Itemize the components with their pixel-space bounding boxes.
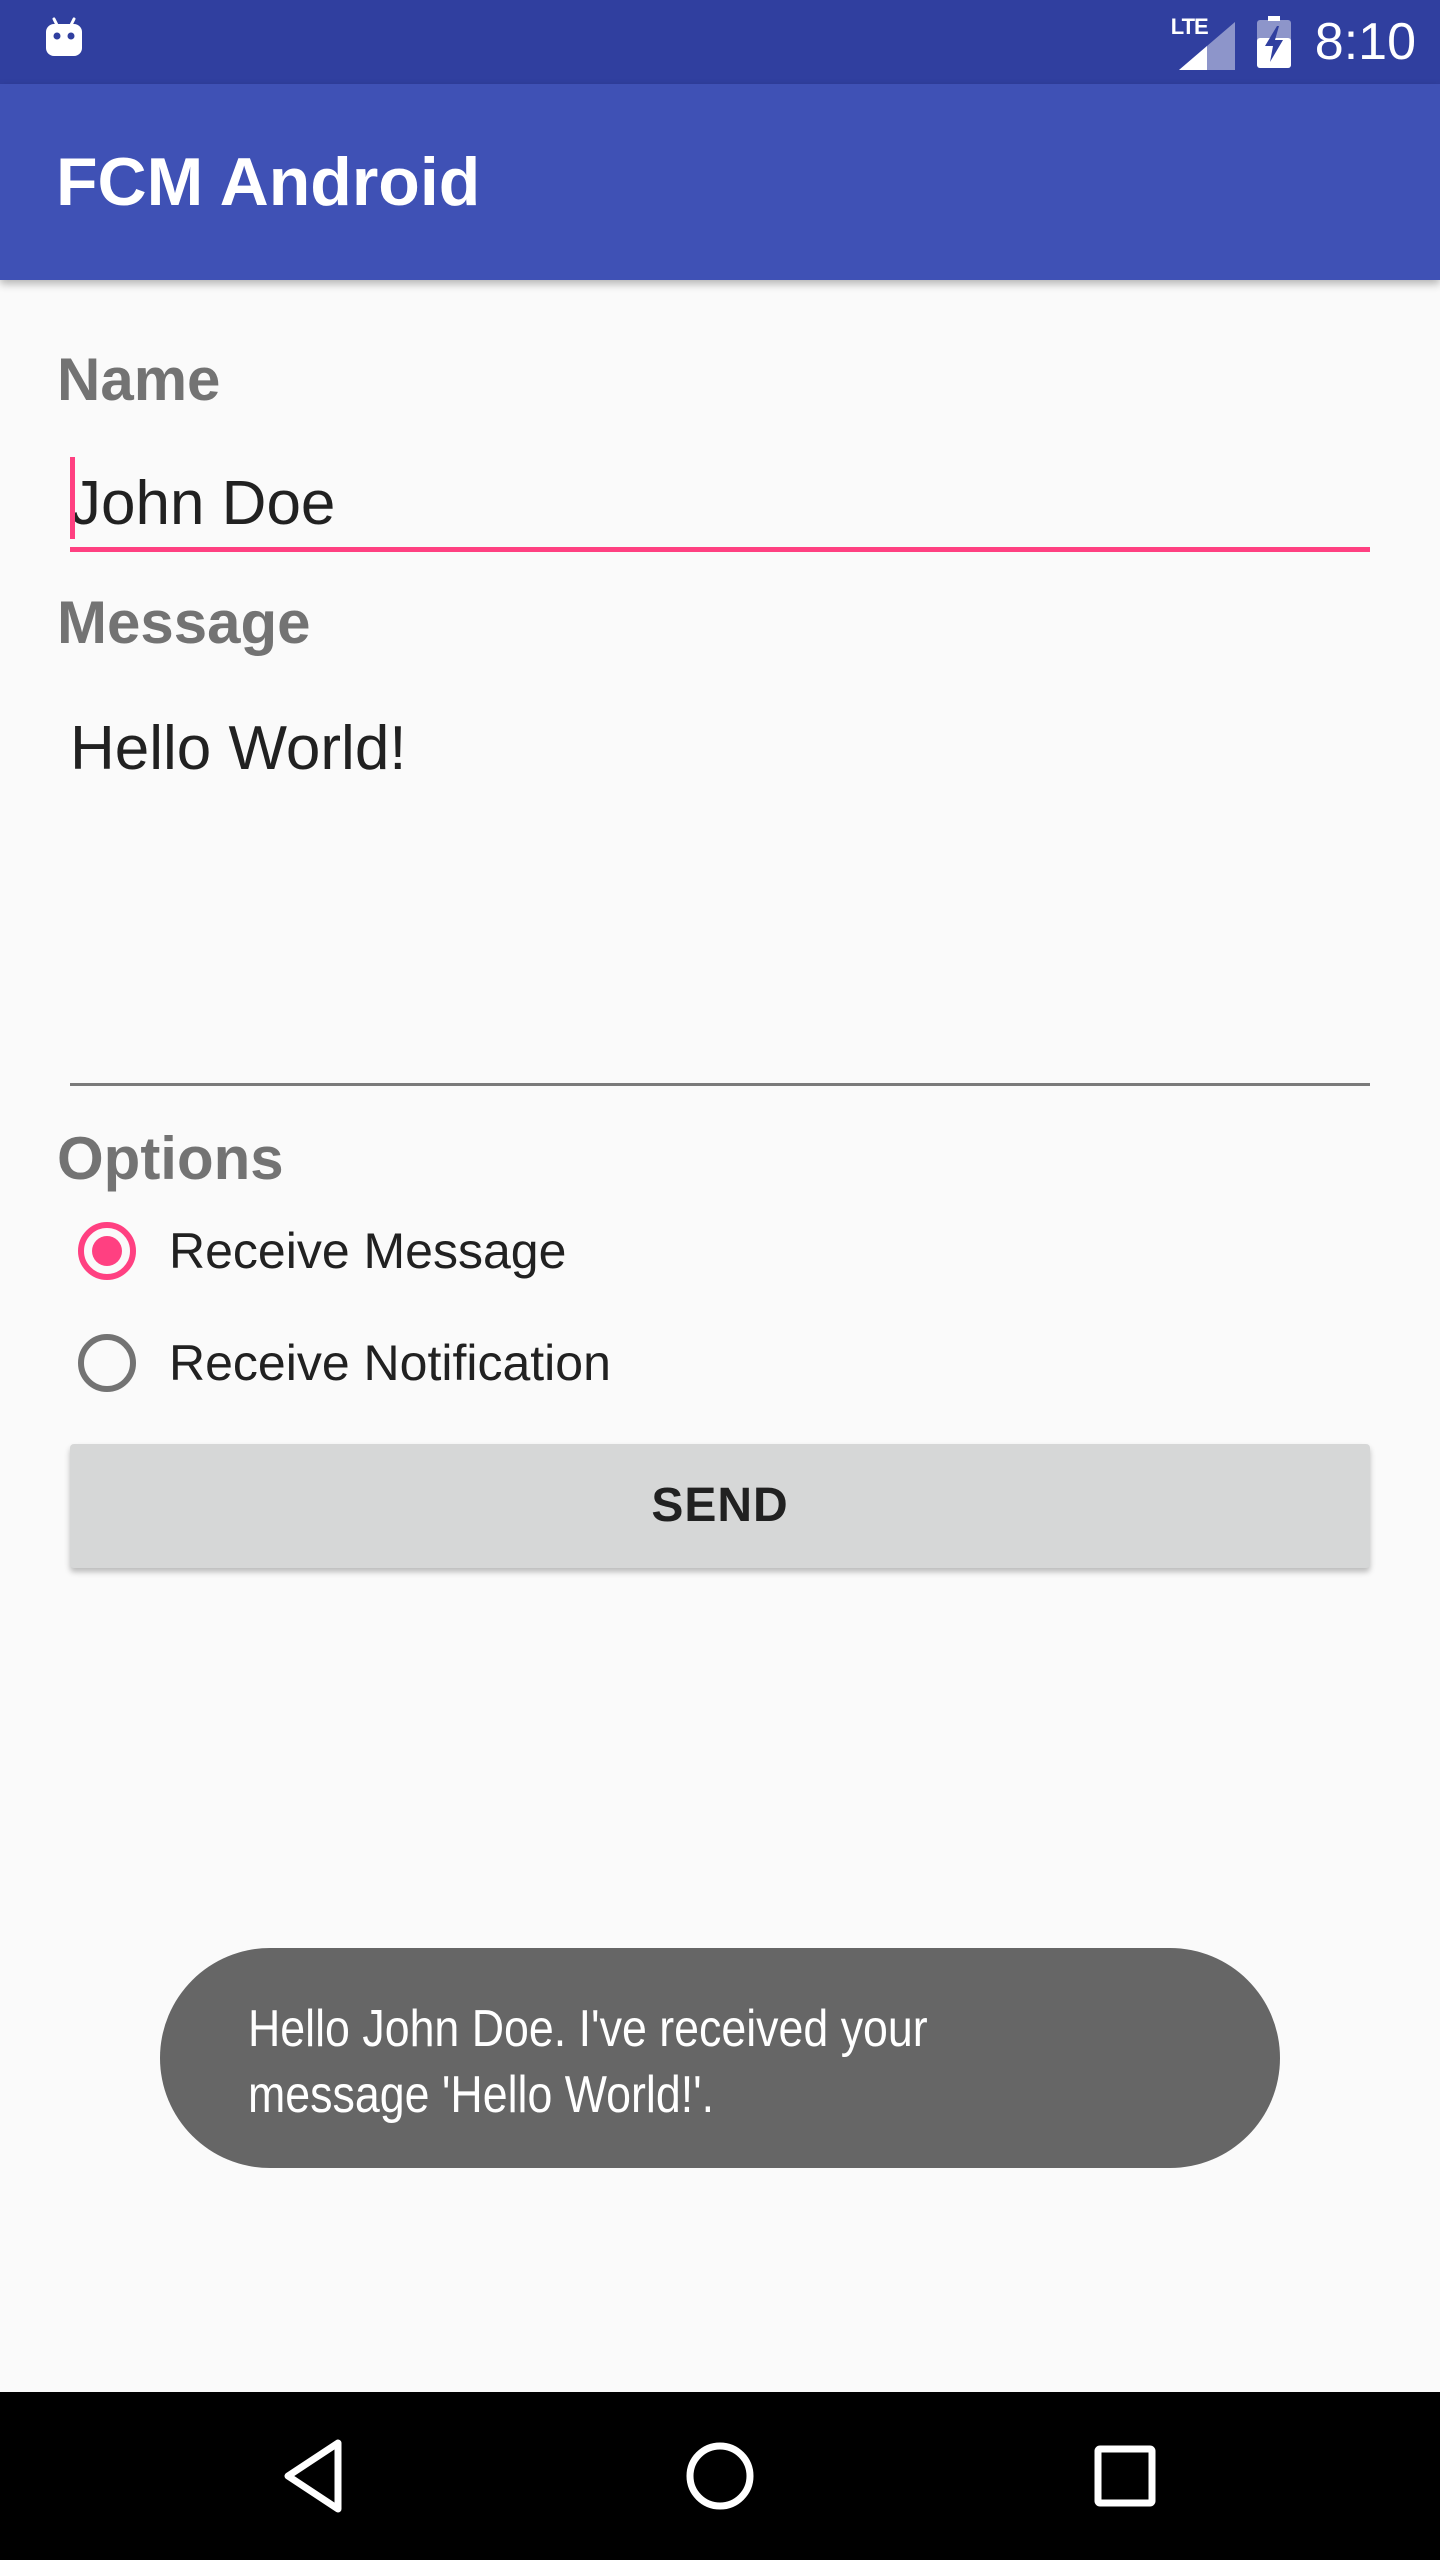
home-icon[interactable] <box>675 2431 765 2521</box>
name-field-underline <box>70 547 1370 552</box>
name-label: Name <box>57 346 221 413</box>
radio-label-receive-notification[interactable]: Receive Notification <box>169 1322 611 1404</box>
message-field-value: Hello World! <box>70 714 407 783</box>
radio-checked-icon[interactable] <box>78 1222 136 1280</box>
radio-receive-message[interactable]: Receive Message <box>70 1210 1070 1300</box>
android-icon <box>46 17 82 56</box>
navigation-bar <box>0 2392 1440 2560</box>
toast: Hello John Doe. I've received your messa… <box>160 1948 1280 2168</box>
network-type-label: LTE <box>1170 14 1209 39</box>
toast-message: Hello John Doe. I've received your messa… <box>248 1996 1194 2128</box>
toast-line-1: Hello John Doe. I've received your <box>248 2000 928 2058</box>
status-icons: LTE 8:10 <box>1171 0 1416 84</box>
send-button[interactable]: SEND <box>70 1444 1370 1568</box>
radio-label-receive-message[interactable]: Receive Message <box>169 1210 566 1292</box>
app-bar: FCM Android <box>0 84 1440 280</box>
app-title: FCM Android <box>56 144 481 220</box>
radio-receive-notification[interactable]: Receive Notification <box>70 1322 1070 1412</box>
name-field[interactable]: John Doe <box>70 455 1370 552</box>
radio-unchecked-icon[interactable] <box>78 1334 136 1392</box>
clock: 8:10 <box>1314 13 1416 71</box>
message-field[interactable]: Hello World! <box>70 700 1370 1086</box>
name-field-value: John Doe <box>70 469 336 538</box>
back-icon[interactable] <box>270 2431 360 2521</box>
options-label: Options <box>57 1125 284 1192</box>
lte-signal-icon: LTE <box>1171 14 1235 70</box>
toast-line-2: message 'Hello World!'. <box>248 2066 715 2124</box>
radio-dot <box>92 1236 122 1266</box>
text-cursor <box>70 457 75 539</box>
recents-icon[interactable] <box>1080 2431 1170 2521</box>
status-bar: LTE 8:10 <box>0 0 1440 84</box>
message-label: Message <box>57 589 311 656</box>
battery-charging-icon <box>1256 16 1291 68</box>
message-field-underline <box>70 1083 1370 1086</box>
